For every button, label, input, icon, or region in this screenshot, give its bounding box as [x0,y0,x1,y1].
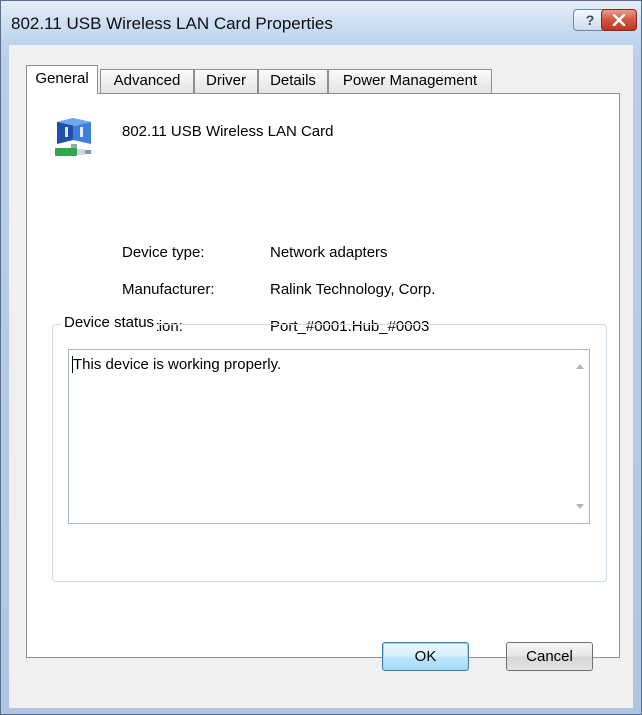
device-status-text: This device is working properly. [72,356,282,373]
ok-button[interactable]: OK [382,642,469,671]
tab-advanced[interactable]: Advanced [100,69,194,93]
network-adapter-icon [55,118,91,156]
tab-driver[interactable]: Driver [194,69,258,93]
close-icon [612,14,626,26]
tab-power-management[interactable]: Power Management [328,69,492,93]
device-type-value: Network adapters [270,244,388,261]
scroll-up-icon[interactable] [576,364,584,369]
close-button[interactable] [601,9,637,31]
device-status-label: Device status [61,314,158,331]
manufacturer-label: Manufacturer: [122,281,215,298]
status-scrollbar[interactable] [572,350,589,523]
help-icon: ? [585,12,595,28]
tab-details[interactable]: Details [258,69,328,93]
title-bar[interactable]: 802.11 USB Wireless LAN Card Properties … [1,1,641,45]
tab-general[interactable]: General [26,65,98,94]
properties-dialog: 802.11 USB Wireless LAN Card Properties … [0,0,642,715]
device-type-label: Device type: [122,244,205,261]
dialog-body: General Advanced Driver Details Power Ma… [9,45,633,708]
scroll-down-icon[interactable] [576,504,584,509]
general-tab-panel: 802.11 USB Wireless LAN Card Device type… [26,93,620,658]
device-status-textbox[interactable]: This device is working properly. [68,349,590,524]
cancel-button[interactable]: Cancel [506,642,593,671]
device-status-group: Device status This device is working pro… [52,314,607,582]
window-title: 802.11 USB Wireless LAN Card Properties [11,14,333,33]
device-name: 802.11 USB Wireless LAN Card [122,123,334,140]
manufacturer-value: Ralink Technology, Corp. [270,281,436,298]
